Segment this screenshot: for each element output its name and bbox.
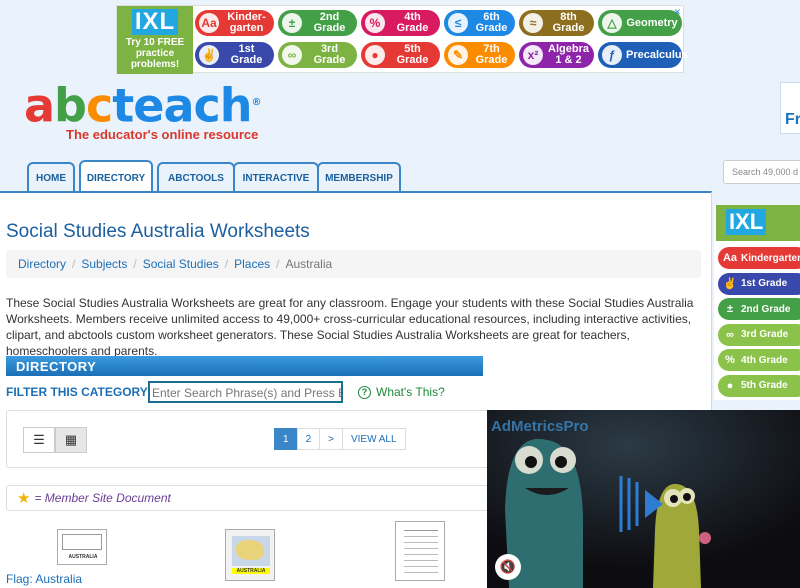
grade-pill-geometry[interactable]: △ Geometry bbox=[598, 10, 682, 36]
grade-pill-1st-grade[interactable]: ✌ 1st Grade bbox=[195, 42, 274, 68]
grade-icon: △ bbox=[602, 13, 622, 33]
ixl-logo: IXL bbox=[131, 9, 179, 35]
sidebar-grade-kindergarten[interactable]: Aa Kindergarten bbox=[718, 247, 800, 269]
sidebar-grade-4th-grade[interactable]: % 4th Grade bbox=[718, 349, 800, 371]
sidebar-grade-5th-grade[interactable]: ● 5th Grade bbox=[718, 374, 800, 397]
breadcrumb-places[interactable]: Places bbox=[234, 257, 270, 271]
side-promo-box[interactable]: Fr bbox=[780, 82, 800, 134]
ixl-sidebar-logo: IXL bbox=[716, 205, 800, 241]
grade-icon: ƒ bbox=[602, 45, 622, 65]
filter-label: FILTER THIS CATEGORY: bbox=[6, 385, 151, 399]
tab-home[interactable]: HOME bbox=[27, 162, 75, 192]
logo-wordmark: abcteach® bbox=[24, 78, 262, 133]
page-title: Social Studies Australia Worksheets bbox=[6, 221, 310, 242]
top-banner-ad[interactable]: IXL Try 10 FREE practice problems! Aa Kin… bbox=[116, 5, 688, 74]
tab-directory[interactable]: DIRECTORY bbox=[79, 160, 153, 194]
sidebar-grade-2nd-grade[interactable]: ±2nd Grade bbox=[718, 298, 800, 320]
grade-icon: % bbox=[365, 13, 385, 33]
site-search-input[interactable]: Search 49,000 d bbox=[723, 160, 800, 184]
breadcrumb-subjects[interactable]: Subjects bbox=[81, 257, 127, 271]
grade-pill-5th-grade[interactable]: ● 5th Grade bbox=[361, 42, 440, 68]
worksheet-thumbnail-map[interactable]: AUSTRALIA bbox=[225, 529, 275, 581]
breadcrumb: Directory / Subjects / Social Studies / Pla… bbox=[6, 250, 701, 278]
video-frame bbox=[487, 410, 800, 588]
grade-icon: ≤ bbox=[448, 13, 468, 33]
grade-icon: ✎ bbox=[448, 45, 468, 65]
whats-this-link[interactable]: ? What's This? bbox=[358, 385, 445, 399]
video-brand-watermark: AdMetricsPro bbox=[491, 418, 589, 435]
grade-icon: ∞ bbox=[282, 45, 302, 65]
grade-icon: Aa bbox=[722, 252, 738, 264]
breadcrumb-social-studies[interactable]: Social Studies bbox=[143, 257, 219, 271]
site-logo[interactable]: abcteach® The educator's online resource bbox=[24, 78, 262, 142]
tab-abctools[interactable]: ABCTOOLS bbox=[157, 162, 235, 192]
grade-pill-algebra-1-2[interactable]: x² Algebra 1 & 2 bbox=[519, 42, 594, 68]
muted-speaker-icon[interactable]: 🔇 bbox=[495, 554, 521, 580]
grid-view-icon[interactable]: ▦ bbox=[55, 427, 87, 453]
grade-pill-8th-grade[interactable]: ≈8th Grade bbox=[519, 10, 594, 36]
filter-search-input[interactable]: Enter Search Phrase(s) and Press Ente bbox=[148, 381, 343, 403]
pagination: 1 2 > VIEW ALL bbox=[274, 428, 406, 450]
grade-pill-4th-grade[interactable]: % 4th Grade bbox=[361, 10, 440, 36]
grade-icon: ● bbox=[365, 45, 385, 65]
grade-icon: ● bbox=[726, 379, 734, 392]
worksheet-thumbnail-text[interactable] bbox=[395, 521, 445, 581]
view-all-button[interactable]: VIEW ALL bbox=[341, 428, 406, 450]
ixl-ad-panel[interactable]: IXL Try 10 FREE practice problems! bbox=[117, 6, 193, 74]
grade-icon: ≈ bbox=[523, 13, 543, 33]
grade-icon: % bbox=[725, 354, 735, 366]
grade-pill-3rd-grade[interactable]: ∞ 3rd Grade bbox=[278, 42, 357, 68]
logo-tagline: The educator's online resource bbox=[66, 127, 259, 142]
intro-text: These Social Studies Australia Worksheet… bbox=[6, 296, 694, 358]
grade-icon: Aa bbox=[199, 13, 219, 33]
directory-header-bar: DIRECTORY bbox=[6, 356, 483, 376]
grade-icon: ✌ bbox=[723, 278, 737, 290]
next-page-button[interactable]: > bbox=[319, 428, 343, 450]
grade-pill-7th-grade[interactable]: ✎ 7th Grade bbox=[444, 42, 515, 68]
grade-pill-6th-grade[interactable]: ≤6th Grade bbox=[444, 10, 515, 36]
grade-pill-2nd-grade[interactable]: ±2nd Grade bbox=[278, 10, 357, 36]
ad-close-icon[interactable]: ✕ bbox=[673, 7, 681, 18]
star-icon: ★ bbox=[17, 490, 31, 507]
sidebar-ixl-ad[interactable]: IXL Aa Kindergarten ✌ 1st Grade ±2nd Grade ∞ 3… bbox=[714, 205, 800, 400]
grade-pill-precalculus[interactable]: ƒ Precalculus bbox=[598, 42, 688, 68]
breadcrumb-directory[interactable]: Directory bbox=[18, 257, 66, 271]
grade-icon: ± bbox=[282, 13, 302, 33]
ixl-promo-text: Try 10 FREE practice problems! bbox=[125, 37, 185, 70]
grade-icon: ± bbox=[726, 303, 734, 315]
page-2-button[interactable]: 2 bbox=[296, 428, 321, 450]
sidebar-grade-3rd-grade[interactable]: ∞ 3rd Grade bbox=[718, 323, 800, 346]
grade-icon: ✌ bbox=[199, 45, 219, 65]
question-icon: ? bbox=[358, 385, 371, 399]
grade-pill-kinder-garten[interactable]: Aa Kinder- garten bbox=[195, 10, 274, 36]
worksheet-thumbnail-flag[interactable]: AUSTRALIA bbox=[57, 529, 107, 565]
tab-interactive[interactable]: INTERACTIVE bbox=[233, 162, 319, 192]
breadcrumb-current: Australia bbox=[285, 257, 333, 271]
worksheet-link-flag-australia[interactable]: Flag: Australia bbox=[6, 572, 82, 586]
grade-icon: x² bbox=[523, 45, 543, 65]
list-view-icon[interactable]: ☰ bbox=[23, 427, 55, 453]
sidebar-grade-1st-grade[interactable]: ✌ 1st Grade bbox=[718, 272, 800, 295]
tab-membership[interactable]: MEMBERSHIP bbox=[317, 162, 401, 192]
video-ad-player[interactable]: AdMetricsPro 🔇 bbox=[487, 410, 800, 588]
grade-icon: ∞ bbox=[726, 328, 734, 341]
view-toggle: ☰ ▦ bbox=[23, 427, 87, 453]
page-1-button[interactable]: 1 bbox=[274, 428, 298, 450]
